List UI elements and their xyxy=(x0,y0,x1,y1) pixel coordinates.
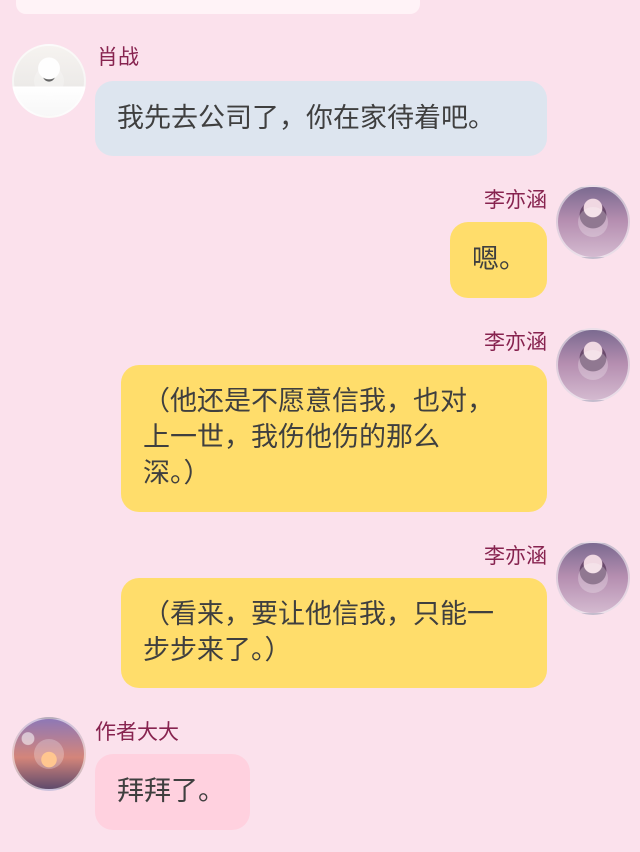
message-bubble: 嗯。 xyxy=(450,222,547,298)
message-bubble: 拜拜了。 xyxy=(95,754,250,830)
message-line: 步步来了。） xyxy=(143,635,292,666)
sender-name: 李亦涵 xyxy=(484,188,547,212)
liyihan-avatar[interactable] xyxy=(556,185,630,259)
message-line: （看来，要让他信我，只能一 xyxy=(143,599,494,630)
xiaozhan-avatar[interactable] xyxy=(12,44,86,118)
author-avatar[interactable] xyxy=(12,717,86,791)
liyihan-avatar[interactable] xyxy=(556,541,630,615)
avatar-face xyxy=(34,739,64,769)
message-line: 拜拜了。 xyxy=(117,776,225,807)
message-line: （他还是不愿意信我，也对， xyxy=(143,386,494,417)
message-line: 深。） xyxy=(143,458,211,489)
avatar-face xyxy=(578,350,608,380)
sender-name: 李亦涵 xyxy=(484,330,547,354)
sender-name: 作者大大 xyxy=(95,720,179,744)
partial-message-bubble xyxy=(16,0,420,14)
sender-name: 肖战 xyxy=(97,45,139,69)
avatar-face xyxy=(34,66,64,96)
sender-name: 李亦涵 xyxy=(484,544,547,568)
message-bubble: （他还是不愿意信我，也对， 上一世，我伤他伤的那么 深。） xyxy=(121,365,547,512)
avatar-face xyxy=(578,207,608,237)
avatar-face xyxy=(578,563,608,593)
message-line: 嗯。 xyxy=(472,244,526,275)
message-line: 上一世，我伤他伤的那么 xyxy=(143,422,440,453)
message-bubble: （看来，要让他信我，只能一 步步来了。） xyxy=(121,578,547,688)
message-line: 我先去公司了，你在家待着吧。 xyxy=(117,103,495,134)
message-bubble: 我先去公司了，你在家待着吧。 xyxy=(95,81,547,156)
liyihan-avatar[interactable] xyxy=(556,328,630,402)
